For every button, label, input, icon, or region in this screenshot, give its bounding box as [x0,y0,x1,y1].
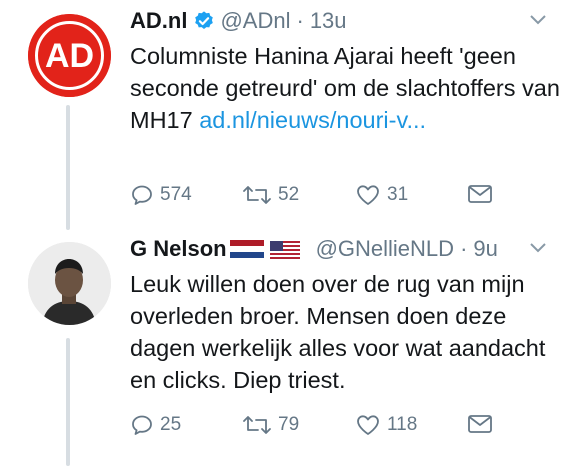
reply-icon [132,415,152,435]
profile-photo [28,242,111,325]
retweet-count: 52 [278,184,300,205]
retweet-icon [243,416,271,434]
like-count: 31 [387,184,409,205]
reply-count: 574 [160,184,192,205]
retweet-count: 79 [278,414,300,435]
retweet-button[interactable]: 79 [242,413,299,437]
tweet-header: AD.nl @ADnl · 13u [130,8,347,34]
timestamp[interactable]: 9u [473,236,497,262]
timestamp[interactable]: 13u [310,8,347,34]
heart-icon [357,185,379,205]
retweet-button[interactable]: 52 [242,183,299,207]
tweet-actions: 25 79 118 [130,413,510,443]
message-button[interactable] [467,413,499,435]
user-name[interactable]: G Nelson [130,236,227,262]
like-button[interactable]: 31 [355,183,408,207]
user-handle[interactable]: @ADnl [220,8,290,34]
chevron-down-icon[interactable] [529,14,547,26]
tweet-text: Leuk willen doen over de rug van mijn ov… [130,271,546,393]
reply-count: 25 [160,414,182,435]
ad-logo-icon: AD [28,14,111,97]
user-name[interactable]: AD.nl [130,8,187,34]
reply-button[interactable]: 25 [130,413,181,437]
message-button[interactable] [467,183,499,205]
tweet-nelson[interactable]: G Nelson @GNellieNLD · 9u Leuk willen do… [0,228,577,466]
envelope-icon [468,185,492,203]
ad-logo-text: AD [45,37,94,75]
us-flag-icon [269,241,300,259]
tweet-actions: 574 52 31 [130,183,510,213]
user-handle[interactable]: @GNellieNLD [316,236,454,262]
like-button[interactable]: 118 [355,413,417,437]
avatar[interactable]: AD [28,14,111,97]
reply-icon [132,185,152,205]
tweet-header: G Nelson @GNellieNLD · 9u [130,236,498,262]
tweet-text: Columniste Hanina Ajarai heeft 'geen sec… [130,40,560,136]
avatar[interactable] [28,242,111,325]
separator-dot: · [296,8,304,33]
reply-button[interactable]: 574 [130,183,192,207]
verified-badge-icon [195,11,214,29]
tweet-link[interactable]: ad.nl/nieuws/nouri-v... [199,107,426,133]
dutch-flag-icon [229,240,264,258]
tweet-ad[interactable]: AD AD.nl @ADnl · 13u Columniste Hanina A… [0,0,577,225]
chevron-down-icon[interactable] [529,242,547,254]
heart-icon [357,415,379,435]
envelope-icon [468,415,492,433]
retweet-icon [243,186,271,204]
separator-dot: · [460,236,468,261]
like-count: 118 [387,414,418,435]
